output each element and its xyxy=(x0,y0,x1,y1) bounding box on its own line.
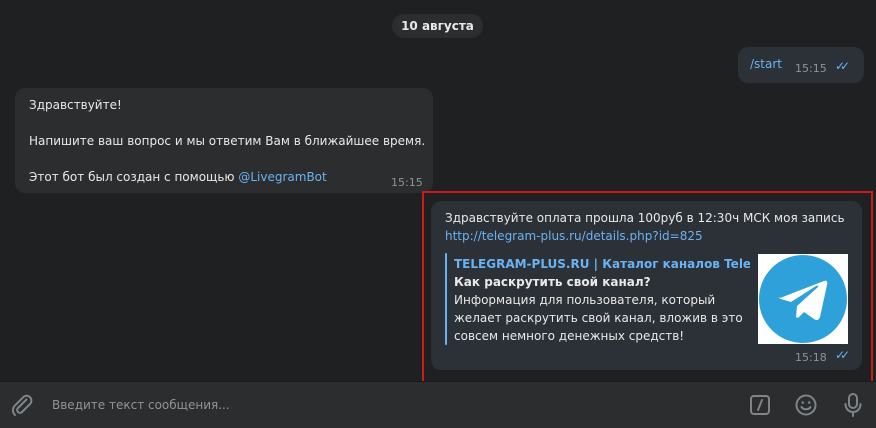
message-outgoing-start[interactable]: /start 15:15 ✓✓ xyxy=(738,47,864,83)
livegrambot-link[interactable]: @LivegramBot xyxy=(238,170,326,184)
paperclip-icon[interactable] xyxy=(10,393,34,417)
message-composer xyxy=(0,381,876,428)
date-separator: 10 августа xyxy=(392,14,483,38)
emoji-icon[interactable] xyxy=(794,393,818,417)
date-label: 10 августа xyxy=(401,19,474,33)
message-input[interactable] xyxy=(52,394,652,416)
selection-highlight-box xyxy=(422,191,873,390)
message-incoming-bot[interactable]: Здравствуйте! Напишите ваш вопрос и мы о… xyxy=(15,88,433,193)
bot-commands-icon[interactable] xyxy=(749,394,771,416)
message-text[interactable]: /start xyxy=(750,57,782,71)
message-line-prefix: Этот бот был создан с помощью xyxy=(29,170,239,184)
message-time: 15:15 xyxy=(391,176,423,189)
microphone-icon[interactable] xyxy=(841,392,865,418)
chat-area: 10 августа /start 15:15 ✓✓ Здравствуйте!… xyxy=(0,0,876,390)
message-time: 15:15 xyxy=(795,62,827,75)
message-line: Здравствуйте! xyxy=(29,98,122,112)
message-line: Напишите ваш вопрос и мы ответим Вам в б… xyxy=(29,134,426,148)
message-line: Этот бот был создан с помощью @LivegramB… xyxy=(29,170,327,184)
double-check-icon: ✓✓ xyxy=(835,59,850,73)
